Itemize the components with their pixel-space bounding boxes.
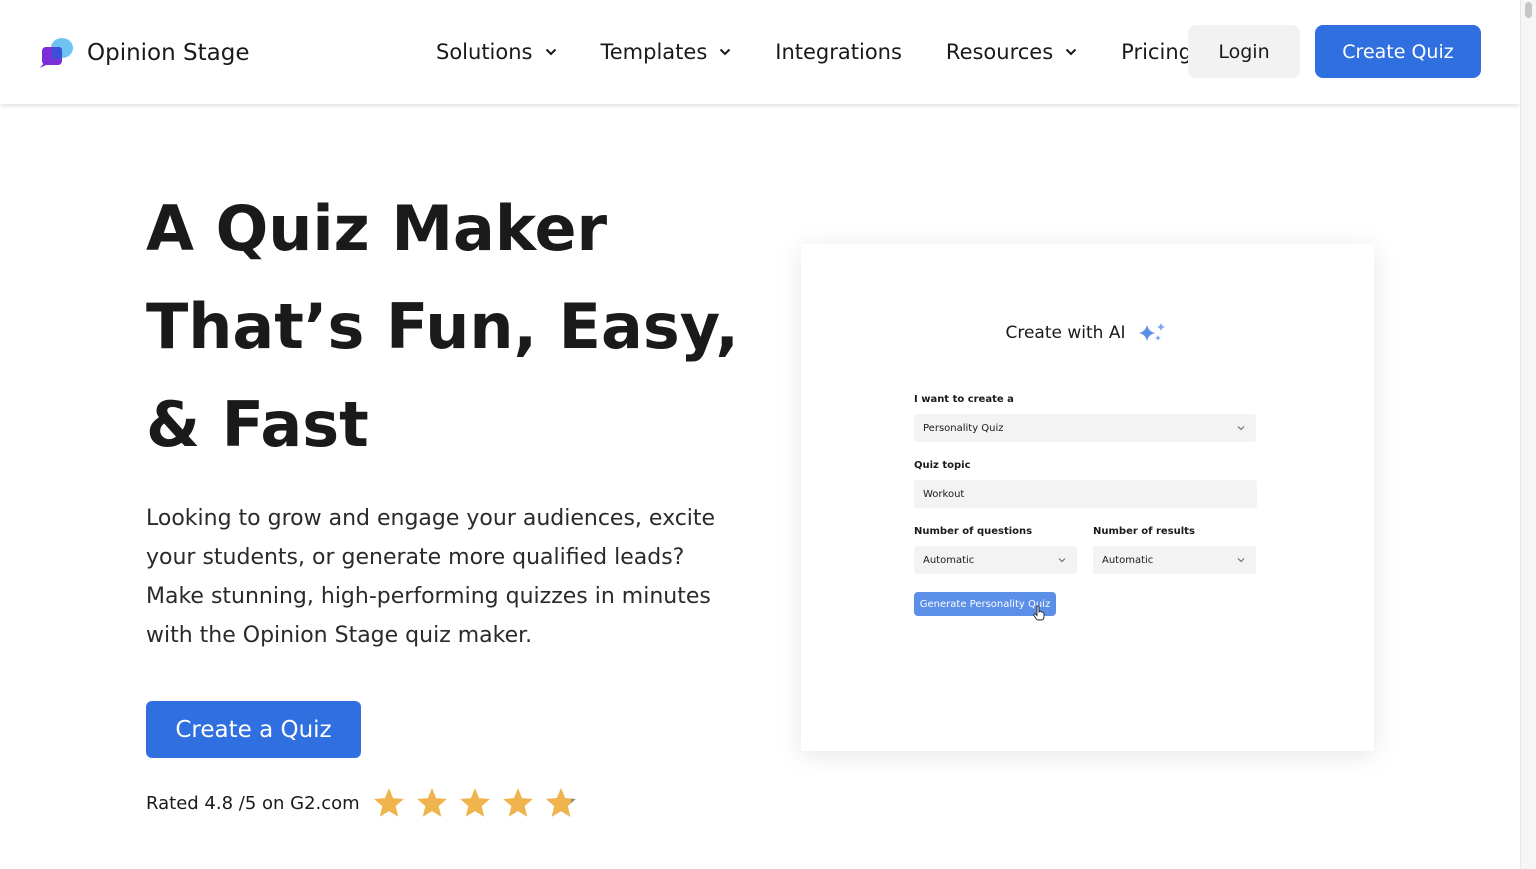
chevron-down-icon bbox=[720, 48, 731, 56]
brand-logo[interactable]: Opinion Stage bbox=[38, 36, 249, 70]
site-header: Opinion Stage Solutions Templates Integr… bbox=[0, 0, 1520, 104]
nav-solutions[interactable]: Solutions bbox=[436, 40, 557, 64]
chevron-down-icon bbox=[1065, 48, 1077, 56]
nav-label: Pricing bbox=[1121, 40, 1192, 64]
questions-count-select[interactable]: Automatic bbox=[914, 546, 1077, 574]
main-nav: Solutions Templates Integrations Resourc… bbox=[436, 36, 1236, 68]
hero-title-line: A Quiz Maker bbox=[146, 192, 608, 265]
ai-card-header: Create with AI bbox=[801, 322, 1374, 344]
chevron-down-icon bbox=[1237, 558, 1245, 563]
brand-name: Opinion Stage bbox=[87, 40, 250, 66]
quiz-topic-value: Workout bbox=[923, 488, 965, 500]
ai-demo-card: Create with AI I want to create a Person… bbox=[801, 244, 1374, 751]
quiz-topic-input[interactable]: Workout bbox=[914, 480, 1257, 508]
hero-description: Looking to grow and engage your audience… bbox=[146, 506, 716, 648]
rating: Rated 4.8 /5 on G2.com bbox=[146, 786, 587, 820]
nav-label: Resources bbox=[945, 40, 1054, 64]
nav-label: Integrations bbox=[775, 40, 902, 64]
star-rating bbox=[372, 786, 587, 820]
results-count-label: Number of results bbox=[1093, 526, 1195, 537]
chevron-down-icon bbox=[1058, 558, 1066, 563]
star-icon bbox=[502, 788, 533, 817]
results-count-value: Automatic bbox=[1102, 554, 1154, 566]
star-icon bbox=[416, 788, 447, 817]
star-icon bbox=[459, 788, 490, 817]
questions-count-label: Number of questions bbox=[914, 526, 1033, 537]
scrollbar-thumb[interactable] bbox=[1525, 2, 1532, 18]
page: Opinion Stage Solutions Templates Integr… bbox=[0, 0, 1520, 869]
quiz-type-value: Personality Quiz bbox=[923, 422, 1004, 434]
questions-count-value: Automatic bbox=[923, 554, 975, 566]
hero-title-line: & Fast bbox=[146, 388, 369, 461]
chevron-down-icon bbox=[1237, 426, 1245, 431]
quiz-topic-label: Quiz topic bbox=[914, 460, 971, 471]
nav-templates[interactable]: Templates bbox=[601, 40, 732, 64]
create-quiz-button[interactable]: Create Quiz bbox=[1315, 25, 1481, 78]
star-icon bbox=[373, 788, 404, 817]
ai-card-title: Create with AI bbox=[1005, 323, 1126, 343]
chat-bubbles-logo-icon bbox=[40, 38, 74, 68]
quiz-type-select[interactable]: Personality Quiz bbox=[914, 414, 1256, 442]
star-half-icon bbox=[545, 788, 576, 817]
chevron-down-icon bbox=[545, 48, 556, 56]
hero-title: A Quiz Maker That’s Fun, Easy, & Fast bbox=[146, 180, 746, 474]
hand-cursor-icon bbox=[1033, 605, 1045, 621]
sparkle-icon bbox=[1138, 323, 1165, 341]
quiz-type-label: I want to create a bbox=[914, 394, 1014, 405]
hero-title-line: That’s Fun, Easy, bbox=[146, 290, 739, 363]
vertical-scrollbar[interactable] bbox=[1520, 0, 1536, 869]
rating-text[interactable]: Rated 4.8 /5 on G2.com bbox=[146, 793, 360, 814]
nav-pricing[interactable]: Pricing bbox=[1121, 40, 1192, 64]
nav-resources[interactable]: Resources bbox=[946, 40, 1077, 64]
login-button[interactable]: Login bbox=[1188, 25, 1300, 78]
create-a-quiz-button[interactable]: Create a Quiz bbox=[146, 701, 361, 758]
nav-integrations[interactable]: Integrations bbox=[775, 40, 902, 64]
nav-label: Solutions bbox=[436, 40, 533, 64]
results-count-select[interactable]: Automatic bbox=[1093, 546, 1256, 574]
nav-label: Templates bbox=[600, 40, 708, 64]
